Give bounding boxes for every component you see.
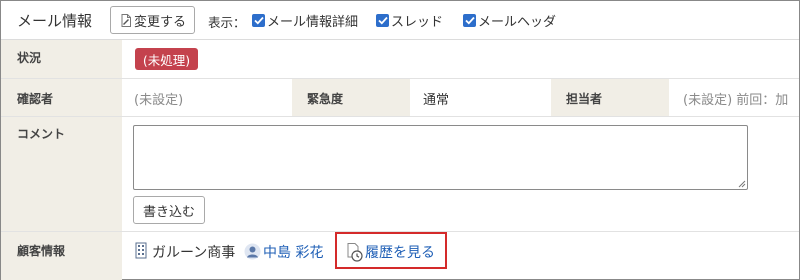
checkbox-checked-icon[interactable]	[463, 14, 476, 27]
status-label: 状況	[17, 51, 42, 65]
panel-title: メール情報	[17, 12, 93, 30]
change-button-label: 変更する	[134, 14, 187, 30]
customer-label-cell: 顧客情報	[1, 232, 122, 280]
display-label: 表示：	[208, 15, 246, 30]
confirm-row: 確認者 (未設定) 緊急度 通常 担当者 (未設定) 前回：加	[1, 79, 799, 117]
comment-textarea[interactable]	[133, 125, 748, 190]
checkbox-mail-details[interactable]: メール情報詳細	[252, 11, 358, 30]
user-icon	[244, 243, 261, 260]
edit-document-icon	[121, 13, 131, 27]
checkbox-thread[interactable]: スレッド	[376, 11, 443, 30]
history-icon[interactable]	[347, 243, 363, 262]
write-button[interactable]: 書き込む	[133, 196, 205, 224]
checkbox-mail-header[interactable]: メールヘッダ	[463, 11, 556, 30]
checkbox-label: メールヘッダ	[478, 15, 557, 30]
history-link[interactable]: 履歴を見る	[365, 242, 435, 262]
urgency-label-cell: 緊急度	[292, 79, 410, 116]
confirm-label-cell: 確認者	[1, 79, 122, 116]
customer-label: 顧客情報	[17, 244, 66, 258]
change-button[interactable]: 変更する	[110, 6, 195, 34]
urgency-value: 通常	[423, 93, 450, 108]
assignee-label: 担当者	[566, 92, 603, 106]
checkbox-label: メール情報詳細	[267, 15, 359, 30]
resize-grip-icon[interactable]	[738, 180, 746, 188]
assignee-value: (未設定) 前回：加	[683, 93, 789, 108]
status-badge: (未処理)	[135, 48, 198, 70]
confirmer-value: (未設定)	[134, 93, 184, 108]
person-name-link[interactable]: 中島 彩花	[263, 242, 323, 262]
checkbox-checked-icon[interactable]	[252, 14, 265, 27]
status-row: 状況 (未処理)	[1, 40, 799, 79]
mail-info-panel: メール情報 変更する 表示： メール情報詳細 スレッド メールヘッダ 状況 (未…	[0, 0, 800, 280]
confirm-label: 確認者	[17, 92, 54, 106]
comment-label-cell: コメント	[1, 117, 122, 231]
urgency-label: 緊急度	[307, 92, 344, 106]
company-name: ガルーン商事	[152, 245, 236, 261]
building-icon	[135, 242, 147, 259]
assignee-label-cell: 担当者	[551, 79, 669, 116]
panel-header: メール情報 変更する 表示： メール情報詳細 スレッド メールヘッダ	[1, 1, 799, 40]
status-label-cell: 状況	[1, 40, 122, 78]
comment-label: コメント	[17, 127, 66, 141]
checkbox-checked-icon[interactable]	[376, 14, 389, 27]
checkbox-label: スレッド	[391, 15, 444, 30]
